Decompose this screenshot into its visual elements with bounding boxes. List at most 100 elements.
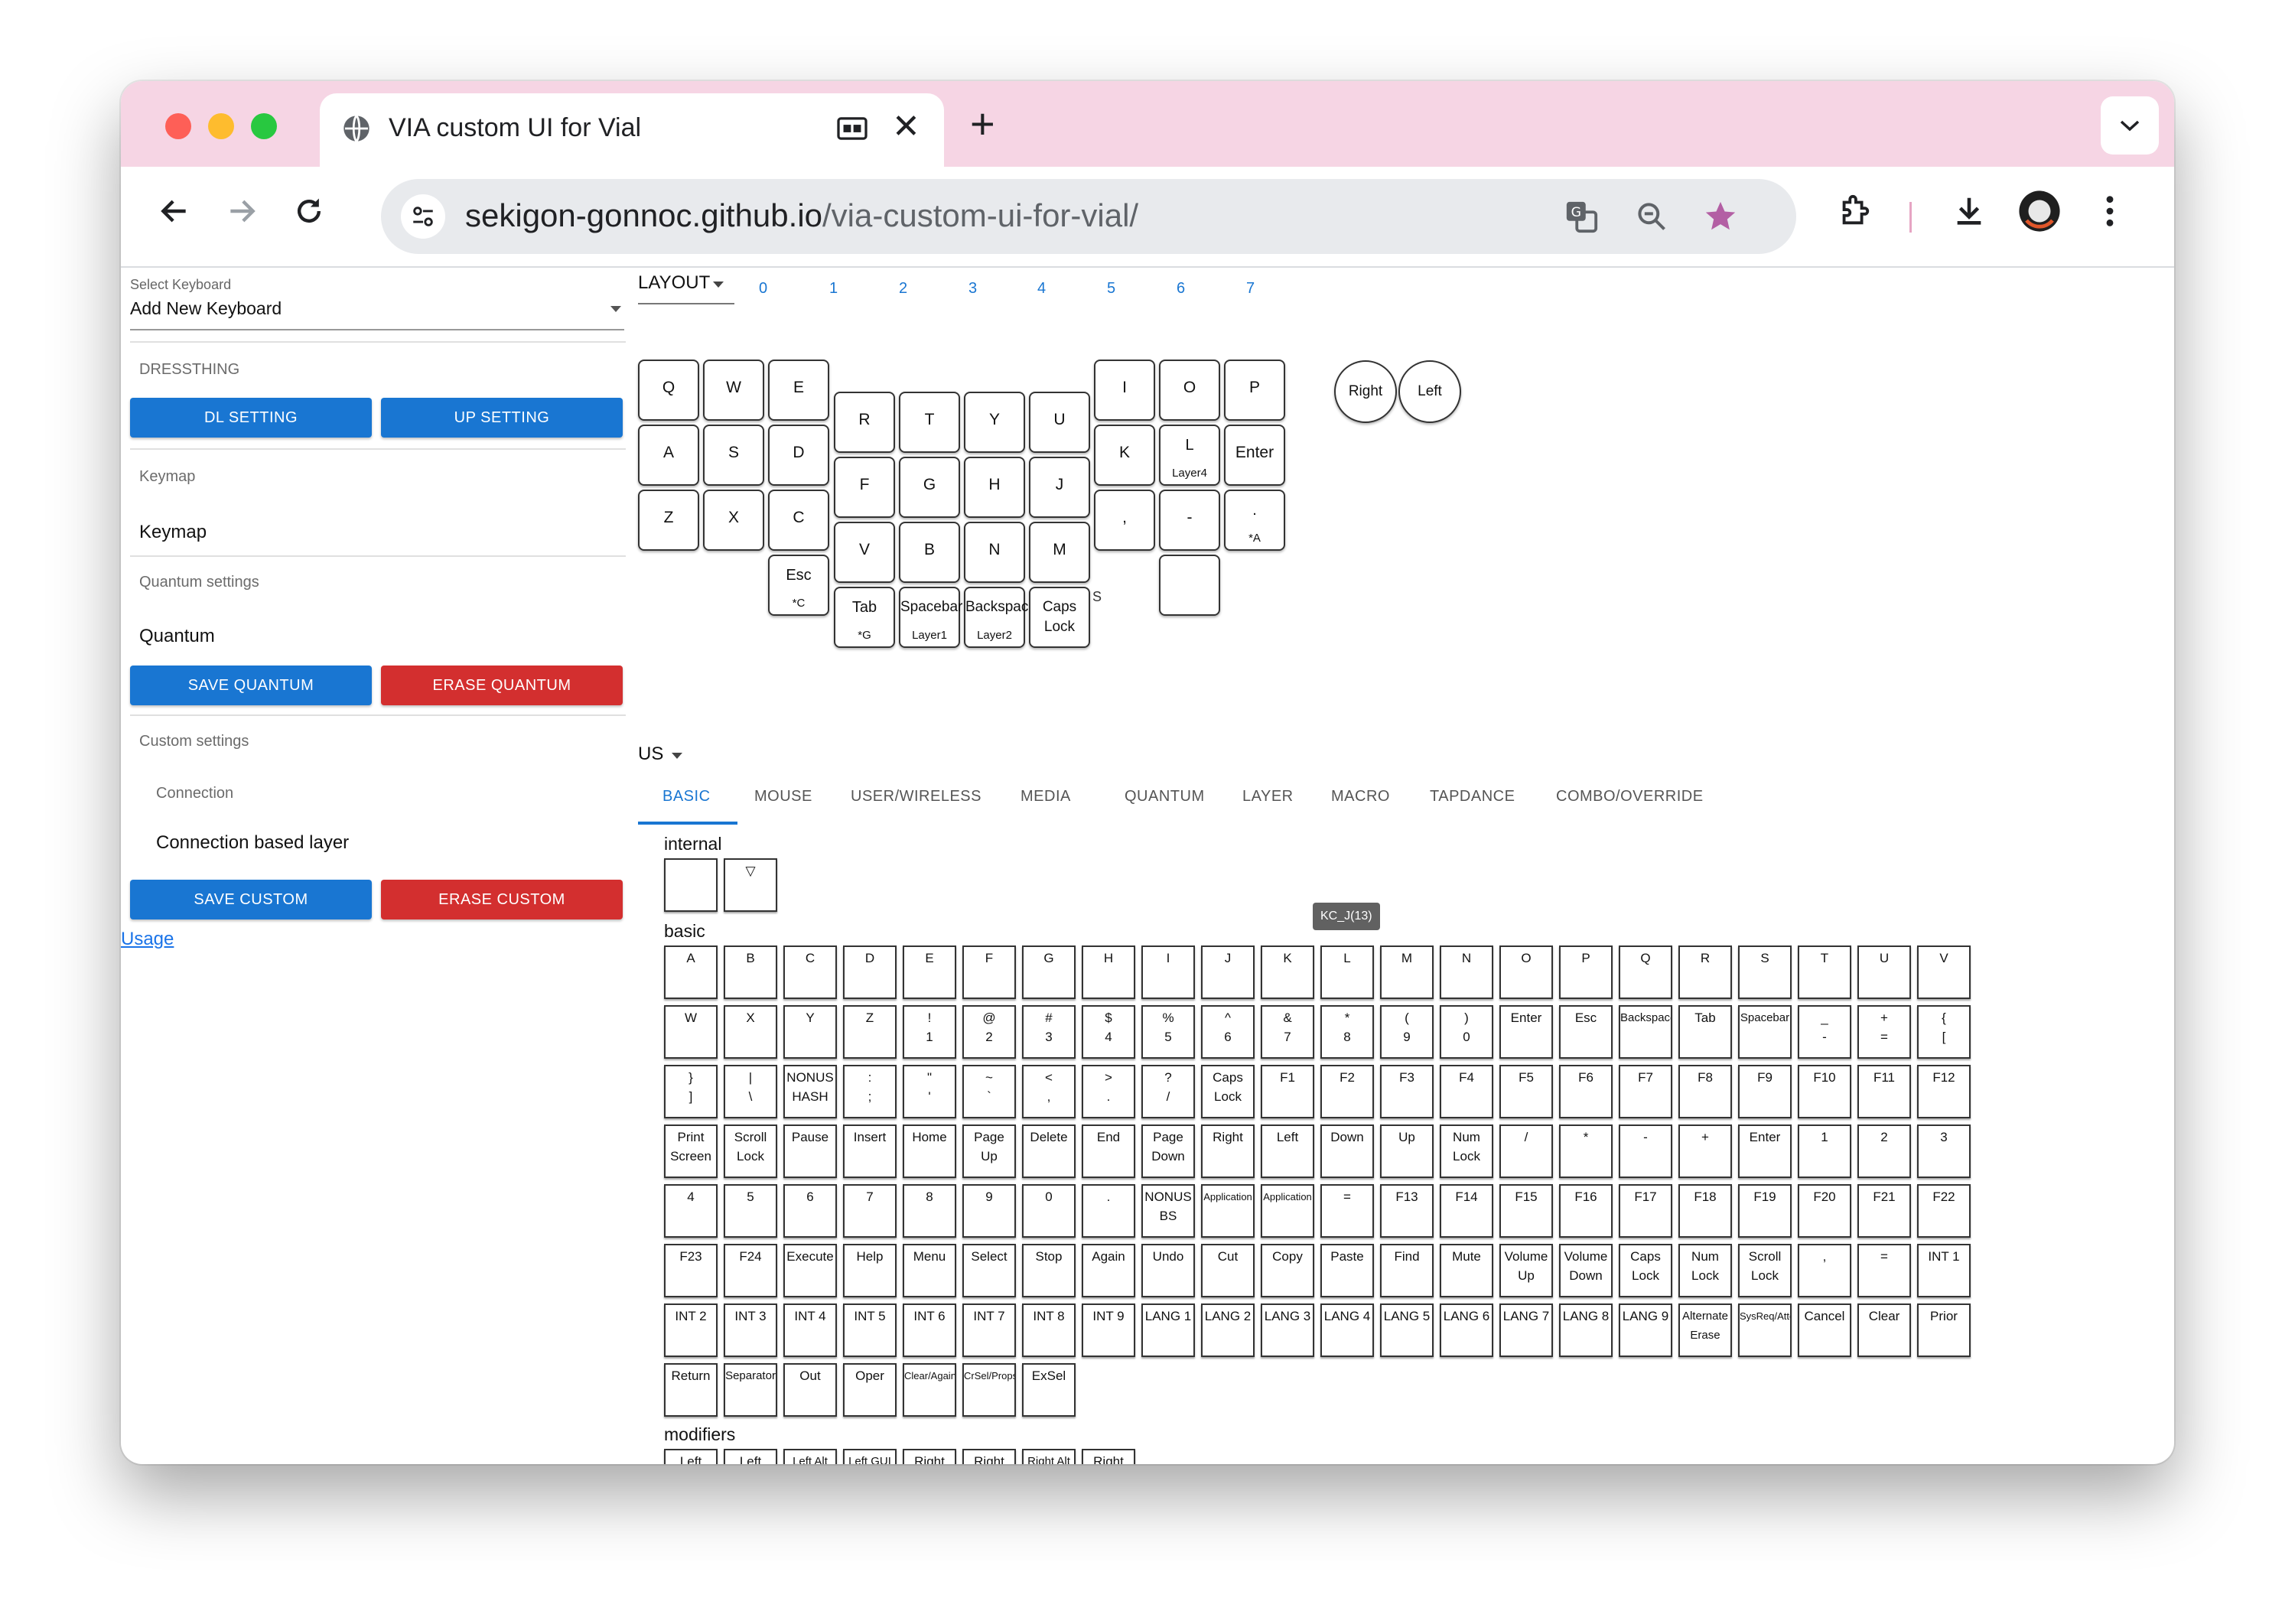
keycode-key[interactable]: Clear [1857,1303,1911,1357]
keycode-key[interactable]: NONUS HASH [783,1065,837,1118]
keycode-key[interactable]: F9 [1738,1065,1792,1118]
keycode-key[interactable]: F14 [1440,1184,1493,1238]
keycode-key[interactable]: F18 [1678,1184,1732,1238]
keycode-key[interactable]: @ 2 [962,1005,1016,1059]
quantum-menu-item[interactable]: Quantum [139,626,215,647]
tab-tapdance[interactable]: TAPDANCE [1430,788,1515,805]
keyboard-key[interactable]: J [1029,457,1090,518]
keycode-key[interactable]: . [1082,1184,1135,1238]
keycode-key[interactable]: Application [1261,1184,1314,1238]
keycode-key[interactable]: : ; [843,1065,897,1118]
keyboard-key[interactable]: G [899,457,960,518]
keyboard-key[interactable]: Y [964,392,1025,453]
keycode-key[interactable]: INT 2 [664,1303,718,1357]
keycode-key[interactable]: Print Screen [664,1124,718,1178]
minimize-window-button[interactable] [208,113,234,139]
keycode-key[interactable]: 4 [664,1184,718,1238]
keycode-key[interactable]: 0 [1022,1184,1076,1238]
keycode-key[interactable]: Right Shift [962,1449,1016,1464]
keycode-key[interactable]: F22 [1917,1184,1971,1238]
keyboard-key[interactable]: Caps Lock [1029,587,1090,648]
keycode-key[interactable]: T [1798,945,1851,999]
keycode-key[interactable]: ExSel [1022,1363,1076,1417]
keycode-key[interactable]: O [1499,945,1553,999]
layer-tab-7[interactable]: 7 [1246,280,1255,298]
keyboard-key[interactable]: V [834,522,895,583]
keycode-key[interactable]: Page Up [962,1124,1016,1178]
keycode-key[interactable]: Enter [1738,1124,1792,1178]
keycode-key[interactable]: Alternate Erase [1678,1303,1732,1357]
keycode-key[interactable]: I [1141,945,1195,999]
keycode-key[interactable]: + = [1857,1005,1911,1059]
keycode-key[interactable]: SysReq/Attention [1738,1303,1792,1357]
keyboard-key[interactable]: Z [638,490,699,551]
keycode-key[interactable]: D [843,945,897,999]
select-value[interactable]: Add New Keyboard [130,298,282,319]
keycode-key[interactable]: G [1022,945,1076,999]
erase-quantum-button[interactable]: ERASE QUANTUM [381,666,623,705]
keycode-key[interactable]: ~ ` [962,1065,1016,1118]
keycode-key[interactable]: F20 [1798,1184,1851,1238]
save-custom-button[interactable]: SAVE CUSTOM [130,880,372,919]
keycode-key[interactable]: Scroll Lock [724,1124,777,1178]
keyboard-key[interactable]: X [703,490,764,551]
keycode-key[interactable]: F24 [724,1244,777,1297]
keycode-key[interactable]: Stop [1022,1244,1076,1297]
keycode-key[interactable]: LANG 7 [1499,1303,1553,1357]
keycode-key[interactable]: ^ 6 [1201,1005,1255,1059]
keycode-key[interactable]: ? / [1141,1065,1195,1118]
reload-icon[interactable] [286,188,332,234]
keycode-key[interactable]: F2 [1320,1065,1374,1118]
keycode-key[interactable]: Enter [1499,1005,1553,1059]
forward-icon[interactable] [219,188,265,234]
keycode-key[interactable]: LANG 3 [1261,1303,1314,1357]
keycode-key[interactable]: LANG 1 [1141,1303,1195,1357]
keycode-key[interactable]: / [1499,1124,1553,1178]
keycode-key[interactable]: Separator [724,1363,777,1417]
keycode-key[interactable]: 6 [783,1184,837,1238]
keycode-key[interactable]: M [1380,945,1434,999]
keyboard-key[interactable]: S [703,425,764,486]
keycode-key[interactable]: B [724,945,777,999]
extensions-icon[interactable] [1831,188,1877,234]
keycode-key[interactable]: ) 0 [1440,1005,1493,1059]
keycode-key[interactable]: Left Control [664,1449,718,1464]
keycode-key[interactable]: } ] [664,1065,718,1118]
language-dropdown[interactable]: US [638,744,682,765]
keycode-key[interactable]: # 3 [1022,1005,1076,1059]
keycode-key[interactable]: 3 [1917,1124,1971,1178]
connection-layer-menu-item[interactable]: Connection based layer [156,832,349,854]
keycode-key[interactable]: F7 [1619,1065,1672,1118]
keyboard-key[interactable]: Enter [1224,425,1285,486]
keycode-key[interactable]: X [724,1005,777,1059]
url-text[interactable]: sekigon-gonnoc.github.io/via-custom-ui-f… [465,197,1138,234]
keymap-menu-item[interactable]: Keymap [139,522,207,543]
keycode-key[interactable]: ( 9 [1380,1005,1434,1059]
keycode-key[interactable]: Mute [1440,1244,1493,1297]
keyboard-key[interactable]: B [899,522,960,583]
site-settings-icon[interactable] [401,194,445,239]
keyboard-key[interactable]: H [964,457,1025,518]
keyboard-key[interactable]: Tab *G [834,587,895,648]
keycode-key[interactable]: INT 9 [1082,1303,1135,1357]
close-tab-icon[interactable]: ✕ [892,110,920,144]
layer-tab-1[interactable]: 1 [829,280,838,298]
keycode-key[interactable]: Z [843,1005,897,1059]
keycode-key[interactable]: F11 [1857,1065,1911,1118]
keycode-key[interactable]: V [1917,945,1971,999]
keycode-key[interactable]: Backspace [1619,1005,1672,1059]
keyboard-key[interactable]: K [1094,425,1155,486]
keycode-key[interactable]: Select [962,1244,1016,1297]
keycode-key[interactable]: F [962,945,1016,999]
keycode-key[interactable]: Scroll Lock [1738,1244,1792,1297]
keycode-key[interactable]: Application [1201,1184,1255,1238]
keycode-key[interactable]: P [1559,945,1613,999]
keyboard-key[interactable]: I [1094,360,1155,421]
keycode-key[interactable]: Page Down [1141,1124,1195,1178]
dl-setting-button[interactable]: DL SETTING [130,398,372,438]
keyboard-key[interactable]: N [964,522,1025,583]
keycode-key[interactable]: Q [1619,945,1672,999]
keycode-key[interactable]: Undo [1141,1244,1195,1297]
keycode-key[interactable]: INT 3 [724,1303,777,1357]
keycode-key[interactable]: F21 [1857,1184,1911,1238]
